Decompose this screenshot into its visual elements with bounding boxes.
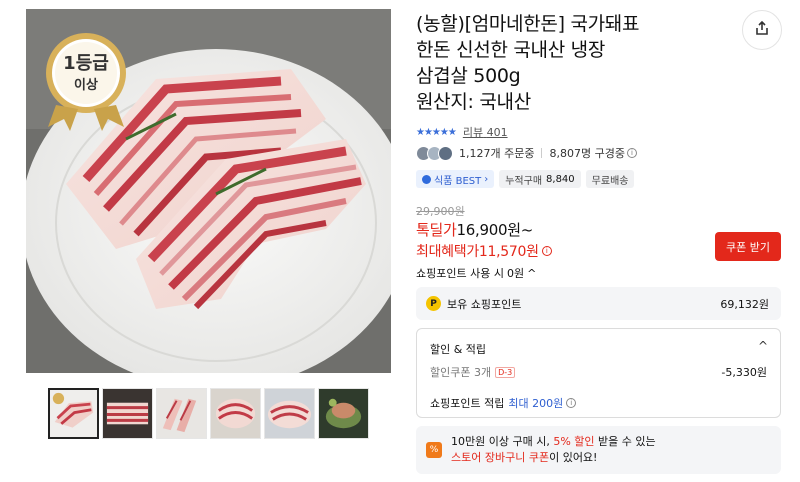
share-icon: [754, 20, 770, 40]
percent-icon: %: [426, 442, 442, 458]
promo-coupon-link: 스토어 장바구니 쿠폰: [451, 451, 550, 464]
cumulative-value: 8,840: [546, 173, 575, 185]
points-amount: 69,132원: [720, 297, 769, 311]
points-toggle-label: 쇼핑포인트 사용 시: [416, 267, 504, 280]
get-coupon-button[interactable]: 쿠폰 받기: [715, 232, 781, 261]
chevron-up-icon[interactable]: ^: [758, 339, 768, 353]
points-earn-line: 쇼핑포인트 적립 최대 200원 i: [430, 395, 577, 411]
review-count: 401: [486, 126, 508, 139]
shopping-points-box: P 보유 쇼핑포인트 69,132원: [416, 287, 781, 320]
thumbnail-1[interactable]: [48, 388, 99, 439]
buyer-avatars: [416, 145, 453, 161]
thumbnail-2[interactable]: [102, 388, 153, 439]
points-label: 보유 쇼핑포인트: [447, 297, 522, 311]
coupon-amount: -5,330원: [721, 366, 767, 379]
main-product-image[interactable]: 1등급 이상: [26, 9, 391, 373]
product-title-line-1: (농할)[엄마네한돈] 국가돼표: [416, 13, 640, 35]
product-title-line-3: 삼겹살 500g: [416, 65, 521, 87]
review-link[interactable]: 리뷰 401: [463, 124, 508, 140]
order-count: 1,127개 주문중: [459, 147, 535, 160]
promo-text: 10만원 이상 구매 시, 5% 할인 받을 수 있는 스토어 장바구니 쿠폰이…: [451, 434, 656, 466]
promo-line-1: 10만원 이상 구매 시, 5% 할인 받을 수 있는: [451, 434, 656, 450]
review-label: 리뷰: [462, 126, 484, 139]
rating-stars: ★★★★★: [416, 126, 457, 138]
points-usage-toggle[interactable]: 쇼핑포인트 사용 시 0원 ^: [416, 265, 536, 281]
info-icon[interactable]: i: [541, 246, 552, 256]
food-best-badge[interactable]: 식품 BEST ›: [416, 170, 495, 188]
cumulative-label: 누적구매: [505, 175, 543, 187]
free-shipping-badge: 무료배송: [585, 170, 635, 188]
stat-row: 1,127개 주문중 8,807명 구경중 i: [416, 145, 637, 161]
deal-price: 톡딜가16,900원~: [416, 219, 533, 240]
thumbnail-6[interactable]: [318, 388, 369, 439]
info-icon[interactable]: i: [566, 398, 577, 408]
product-title: (농할)[엄마네한돈] 국가돼표 한돈 신선한 국내산 냉장 삼겹살 500g …: [416, 11, 716, 115]
divider: [541, 148, 543, 158]
promo-line-1-post: 받을 수 있는: [594, 435, 656, 448]
share-button[interactable]: [742, 10, 782, 50]
coupon-deadline-tag: D-3: [495, 366, 516, 378]
viewer-count: 8,807명 구경중: [549, 147, 625, 160]
cart-coupon-promo[interactable]: % 10만원 이상 구매 시, 5% 할인 받을 수 있는 스토어 장바구니 쿠…: [416, 426, 781, 474]
thumbnail-5[interactable]: [264, 388, 315, 439]
promo-line-1-pre: 10만원 이상 구매 시,: [451, 435, 554, 448]
thumbnail-3[interactable]: [156, 388, 207, 439]
chevron-up-icon: ^: [527, 266, 537, 280]
deal-label: 톡딜가: [416, 221, 457, 239]
coupon-label: 할인쿠폰 3개: [430, 366, 492, 379]
thumbnail-4[interactable]: [210, 388, 261, 439]
deal-value: 16,900원~: [456, 221, 534, 239]
discount-heading: 할인 & 적립: [430, 343, 487, 356]
point-icon: P: [426, 296, 441, 311]
badge-row: 식품 BEST › 누적구매 8,840 무료배송: [416, 170, 635, 188]
discount-panel: 할인 & 적립 ^ 할인쿠폰 3개 D-3 -5,330원 쇼핑포인트 적립 최…: [416, 328, 781, 418]
points-earn-value: 최대 200원: [508, 397, 564, 410]
coupon-line: 할인쿠폰 3개 D-3: [430, 364, 516, 380]
max-benefit-price: 최대혜택가 11,570원 i: [416, 241, 552, 261]
best-icon: [422, 174, 431, 184]
product-origin: 원산지: 국내산: [416, 91, 531, 113]
product-title-line-2: 한돈 신선한 국내산 냉장: [416, 39, 606, 61]
best-label: 식품 BEST: [434, 175, 482, 187]
points-earn-label: 쇼핑포인트 적립: [430, 397, 505, 410]
points-toggle-value: 0원: [506, 267, 525, 280]
promo-highlight: 5% 할인: [553, 435, 595, 448]
info-icon[interactable]: i: [626, 148, 637, 158]
cumulative-badge: 누적구매 8,840: [499, 170, 581, 188]
avatar: [438, 145, 453, 161]
chevron-right-icon: ›: [484, 173, 489, 185]
grade-badge-bottom: 이상: [74, 77, 98, 93]
thumbnail-strip: [48, 388, 369, 439]
max-label: 최대혜택가: [416, 244, 479, 260]
grade-badge-top: 1등급: [63, 53, 109, 74]
original-price: 29,900원: [416, 205, 465, 218]
promo-line-2-post: 이 있어요!: [549, 451, 598, 464]
max-value: 11,570원: [478, 244, 539, 260]
promo-line-2: 스토어 장바구니 쿠폰이 있어요!: [451, 450, 656, 466]
rating-row: ★★★★★ 리뷰 401: [416, 124, 508, 140]
